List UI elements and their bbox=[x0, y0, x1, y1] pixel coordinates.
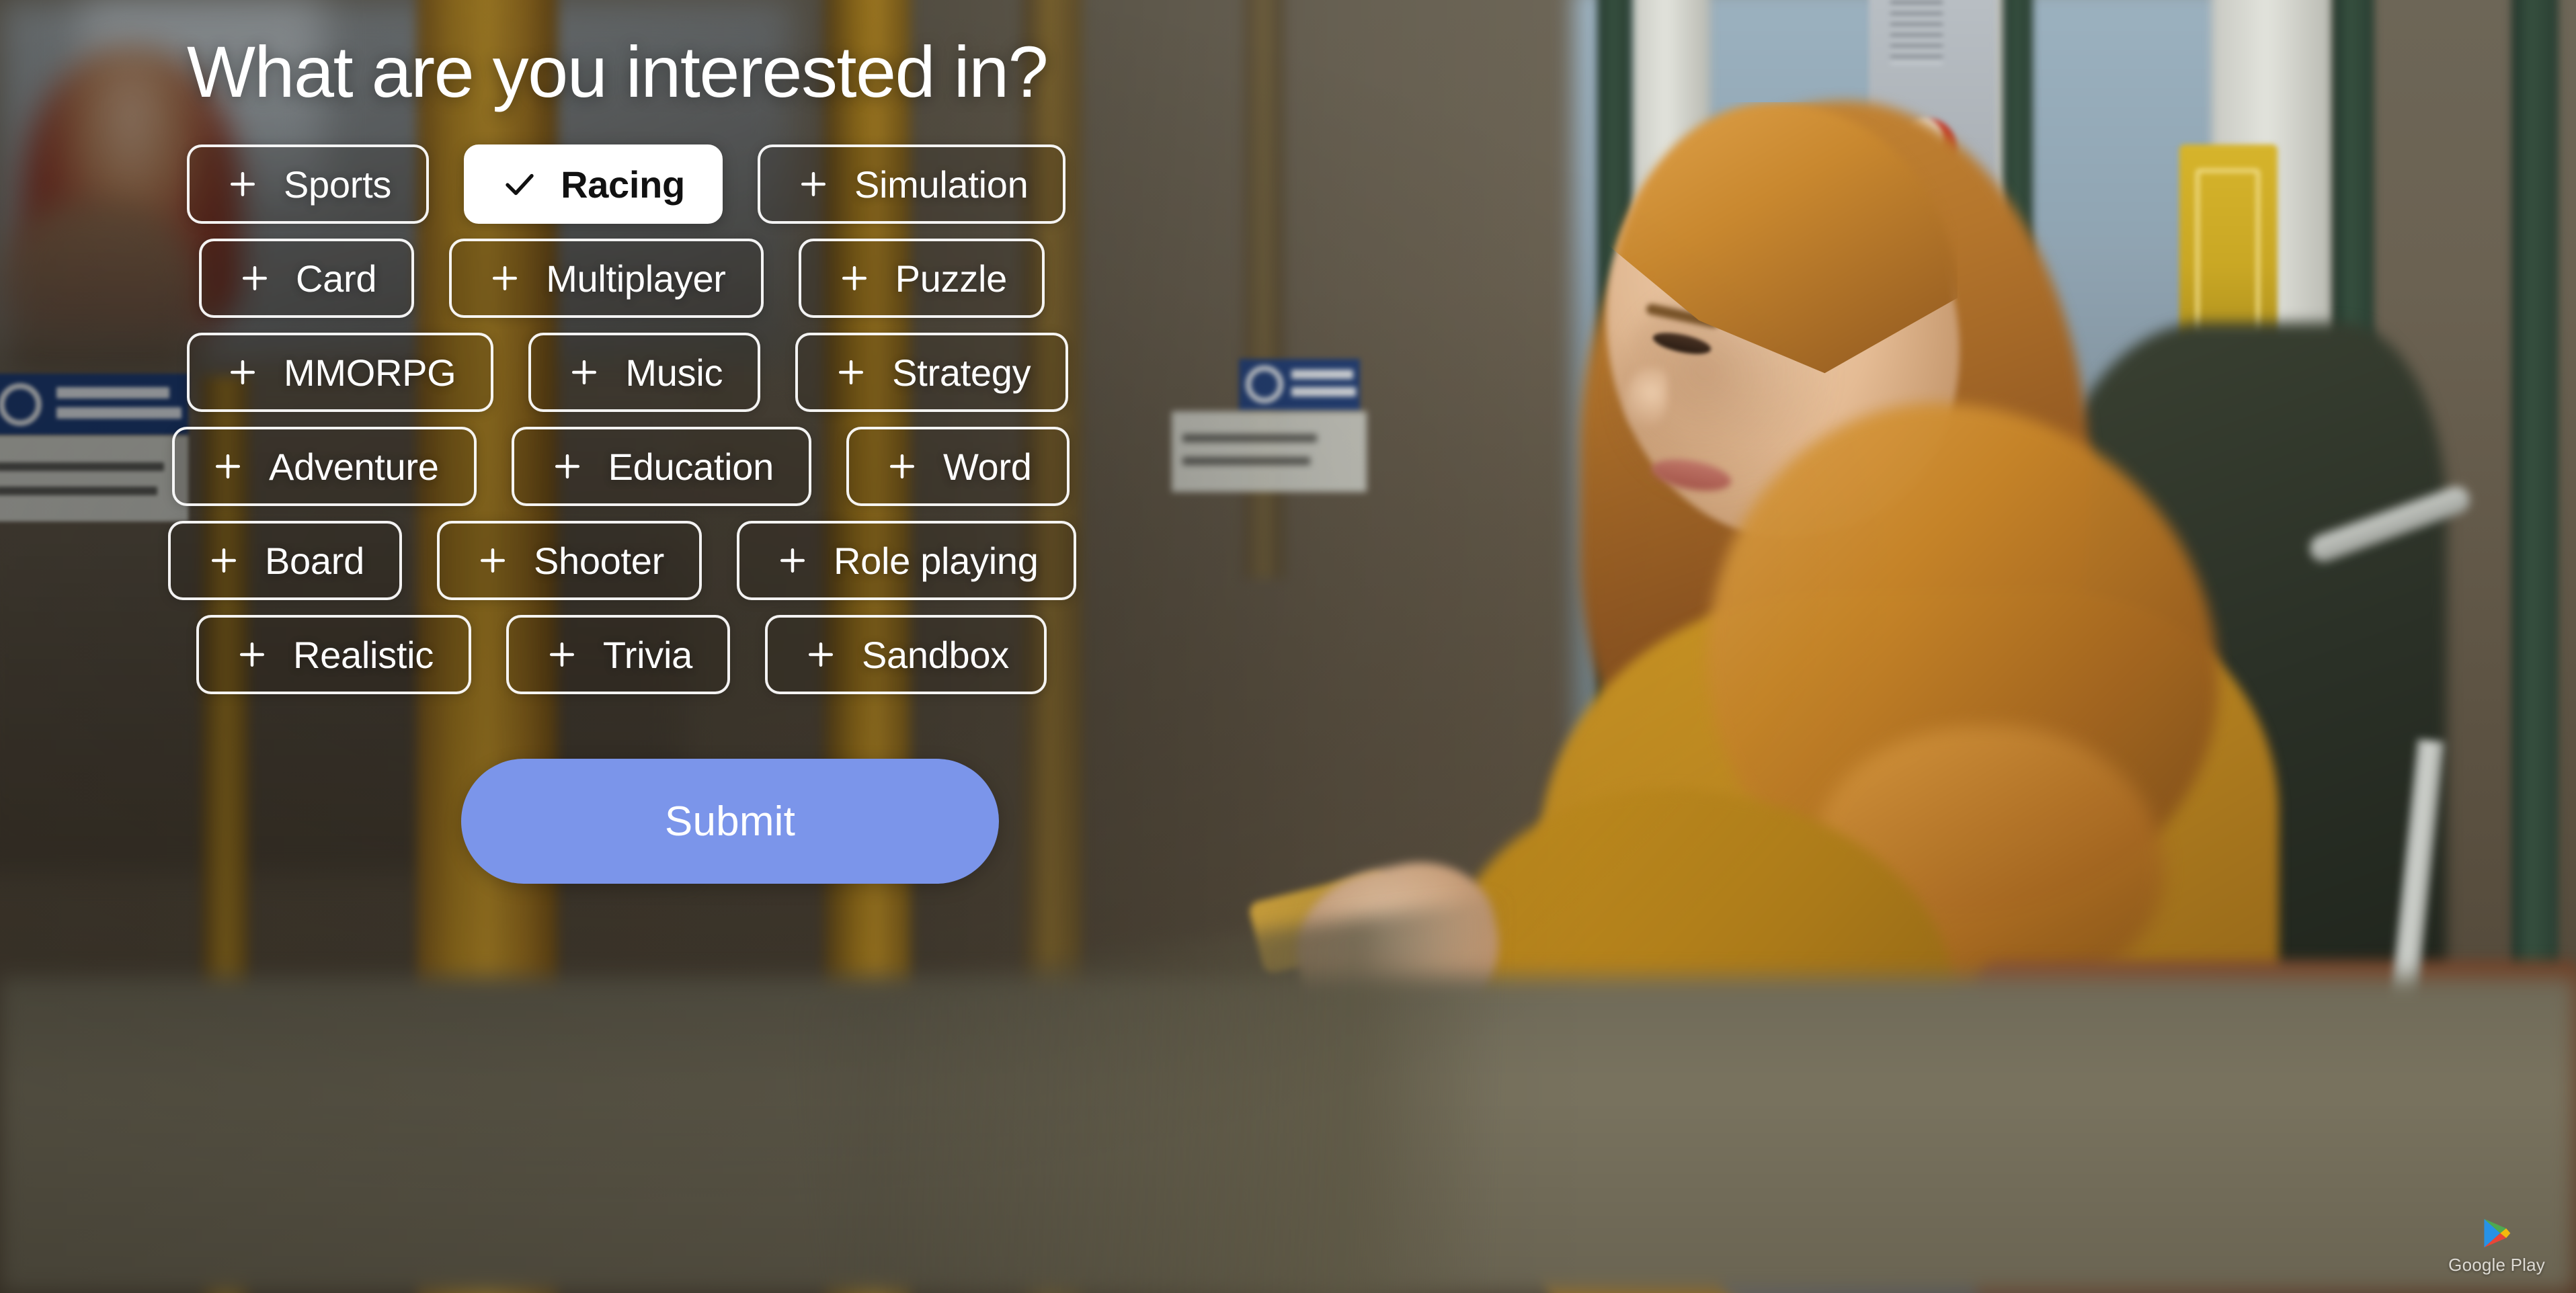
chip-racing[interactable]: Racing bbox=[464, 144, 723, 224]
chip-label: Realistic bbox=[293, 633, 434, 676]
chip-row: Adventure Education Word bbox=[172, 427, 2576, 507]
chip-role-playing[interactable]: Role playing bbox=[736, 521, 1076, 601]
plus-icon bbox=[884, 448, 920, 485]
chip-strategy[interactable]: Strategy bbox=[795, 333, 1069, 413]
plus-icon bbox=[234, 636, 270, 673]
submit-row: Submit bbox=[187, 759, 2576, 884]
chip-mmorpg[interactable]: MMORPG bbox=[187, 333, 494, 413]
chip-shooter[interactable]: Shooter bbox=[436, 521, 702, 601]
plus-icon bbox=[795, 166, 832, 202]
chip-label: Word bbox=[942, 445, 1032, 488]
plus-icon bbox=[549, 448, 586, 485]
chip-label: Strategy bbox=[892, 351, 1031, 394]
plus-icon bbox=[566, 354, 602, 390]
plus-icon bbox=[237, 260, 273, 296]
chip-label: Music bbox=[625, 351, 723, 394]
chip-label: Adventure bbox=[269, 445, 439, 488]
chip-row: MMORPG Music Strategy bbox=[187, 333, 2576, 413]
interest-picker-overlay: What are you interested in? Sports Racin… bbox=[0, 0, 2576, 1293]
chip-realistic[interactable]: Realistic bbox=[196, 615, 471, 695]
chip-row: Sports Racing Simulation bbox=[187, 144, 2576, 224]
submit-button[interactable]: Submit bbox=[461, 759, 999, 884]
plus-icon bbox=[803, 636, 839, 673]
chip-label: Board bbox=[265, 539, 364, 582]
chip-board[interactable]: Board bbox=[168, 521, 402, 601]
plus-icon bbox=[836, 260, 873, 296]
chip-music[interactable]: Music bbox=[528, 333, 761, 413]
plus-icon bbox=[206, 542, 242, 579]
check-icon bbox=[501, 166, 538, 202]
chip-label: Sandbox bbox=[861, 633, 1009, 676]
interest-chip-grid: Sports Racing Simulation Card Multiplaye… bbox=[168, 144, 2576, 695]
page-title: What are you interested in? bbox=[187, 31, 1049, 112]
chip-multiplayer[interactable]: Multiplayer bbox=[449, 239, 764, 319]
chip-puzzle[interactable]: Puzzle bbox=[798, 239, 1045, 319]
plus-icon bbox=[833, 354, 869, 390]
chip-word[interactable]: Word bbox=[846, 427, 1070, 507]
chip-label: MMORPG bbox=[284, 351, 456, 394]
chip-label: Sports bbox=[284, 163, 392, 206]
plus-icon bbox=[225, 166, 261, 202]
chip-label: Simulation bbox=[854, 163, 1029, 206]
plus-icon bbox=[544, 636, 580, 673]
chip-label: Racing bbox=[561, 163, 685, 206]
chip-education[interactable]: Education bbox=[511, 427, 811, 507]
chip-label: Puzzle bbox=[895, 257, 1008, 300]
chip-adventure[interactable]: Adventure bbox=[172, 427, 477, 507]
chip-row: Card Multiplayer Puzzle bbox=[199, 239, 2576, 319]
chip-trivia[interactable]: Trivia bbox=[506, 615, 730, 695]
plus-icon bbox=[475, 542, 511, 579]
chip-row: Board Shooter Role playing bbox=[168, 521, 2576, 601]
chip-label: Shooter bbox=[533, 539, 664, 582]
app-screen: DOOR What are you interested in? bbox=[0, 0, 2576, 1293]
chip-label: Trivia bbox=[602, 633, 692, 676]
chip-simulation[interactable]: Simulation bbox=[757, 144, 1066, 224]
chip-label: Multiplayer bbox=[546, 257, 726, 300]
chip-label: Card bbox=[296, 257, 377, 300]
plus-icon bbox=[210, 448, 246, 485]
plus-icon bbox=[487, 260, 523, 296]
plus-icon bbox=[774, 542, 811, 579]
chip-card[interactable]: Card bbox=[199, 239, 415, 319]
chip-row: Realistic Trivia Sandbox bbox=[196, 615, 2576, 695]
chip-label: Education bbox=[608, 445, 774, 488]
chip-sports[interactable]: Sports bbox=[187, 144, 430, 224]
plus-icon bbox=[225, 354, 261, 390]
chip-label: Role playing bbox=[833, 539, 1039, 582]
chip-sandbox[interactable]: Sandbox bbox=[764, 615, 1047, 695]
